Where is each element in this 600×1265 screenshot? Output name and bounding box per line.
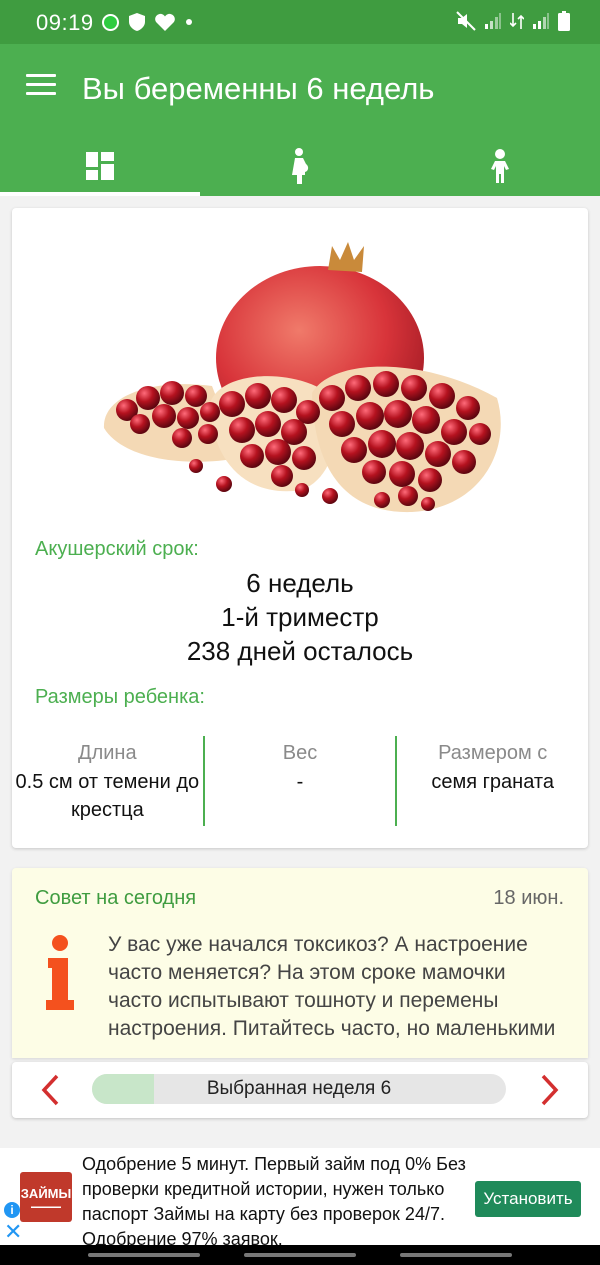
pregnant-woman-icon: [292, 148, 309, 184]
tip-title: Совет на сегодня: [35, 887, 197, 909]
term-info: 6 недель 1-й триместр 238 дней осталось: [12, 566, 588, 668]
battery-icon: [558, 11, 570, 31]
ad-banner[interactable]: ЗАЙМЫ ▬▬▬▬▬▬ Одобрение 5 минут. Первый за…: [0, 1148, 600, 1245]
notification-dot-icon: [102, 13, 119, 31]
tip-text: У вас уже начался токсикоз? А настроение…: [108, 933, 556, 1040]
tip-date: 18 июн.: [493, 887, 564, 909]
trimester-value: 1-й триместр: [221, 602, 379, 632]
chevron-left-icon: [41, 1074, 59, 1106]
week-info-card: Акушерский срок: 6 недель 1-й триместр 2…: [12, 208, 588, 848]
ad-info-icon[interactable]: i: [4, 1202, 20, 1218]
baby-icon: [491, 149, 509, 183]
menu-icon[interactable]: [26, 74, 56, 100]
nav-handle-right[interactable]: [400, 1253, 512, 1257]
size-length-label: Длина: [78, 742, 137, 764]
pomegranate-image: [103, 242, 501, 513]
status-bar: 09:19: [0, 0, 600, 44]
week-progress-bar[interactable]: Выбранная неделя 6: [92, 1074, 506, 1104]
previous-week-button[interactable]: [30, 1072, 70, 1108]
selected-week-label: Выбранная неделя 6: [206, 1078, 392, 1099]
status-time: 09:19: [36, 10, 94, 35]
mute-icon: [456, 11, 476, 31]
nav-handle-center[interactable]: [244, 1253, 356, 1257]
page-title: Вы беременны 6 недель: [82, 71, 435, 106]
dashboard-icon: [86, 152, 114, 180]
info-icon: [46, 935, 74, 1010]
size-weight: Вес -: [202, 736, 396, 826]
ad-logo: ЗАЙМЫ ▬▬▬▬▬▬: [20, 1172, 72, 1222]
size-weight-value: -: [296, 771, 304, 793]
size-compare-value: семя граната: [431, 771, 554, 793]
tab-bar: [0, 136, 600, 196]
baby-sizes: Длина 0.5 см от темени до крестца Вес - …: [12, 736, 588, 826]
heart-icon: [155, 13, 175, 31]
size-compare-label: Размером с: [438, 742, 548, 764]
size-weight-label: Вес: [282, 742, 318, 764]
tab-mother[interactable]: [200, 136, 400, 196]
size-length: Длина 0.5 см от темени до крестца: [12, 736, 203, 826]
term-label: Акушерский срок:: [35, 538, 199, 560]
more-dot-icon: [186, 19, 192, 25]
week-selector: Выбранная неделя 6: [12, 1062, 588, 1118]
ad-install-button[interactable]: Установить: [475, 1181, 581, 1217]
weeks-value: 6 недель: [246, 568, 354, 598]
next-week-button[interactable]: [530, 1072, 570, 1108]
size-length-value: 0.5 см от темени до крестца: [15, 771, 200, 821]
chevron-right-icon: [541, 1074, 559, 1106]
app-bar: Вы беременны 6 недель: [0, 44, 600, 196]
tab-dashboard[interactable]: [0, 136, 200, 196]
tab-baby[interactable]: [400, 136, 600, 196]
days-left-value: 238 дней осталось: [186, 636, 414, 666]
tip-card[interactable]: Совет на сегодня 18 июн. У вас уже начал…: [12, 868, 588, 1058]
shield-icon: [129, 13, 145, 31]
ad-close-icon[interactable]: ✕: [4, 1221, 22, 1243]
nav-handle-left[interactable]: [88, 1253, 200, 1257]
signal-icon: [485, 13, 501, 29]
size-compare: Размером с семя граната: [395, 736, 588, 826]
signal-2-icon: [533, 13, 549, 29]
ad-text: Одобрение 5 минут. Первый займ под 0% Бе…: [82, 1154, 466, 1245]
sizes-label: Размеры ребенка:: [35, 686, 205, 708]
data-arrows-icon: [510, 13, 524, 29]
system-nav-bar: [0, 1245, 600, 1265]
